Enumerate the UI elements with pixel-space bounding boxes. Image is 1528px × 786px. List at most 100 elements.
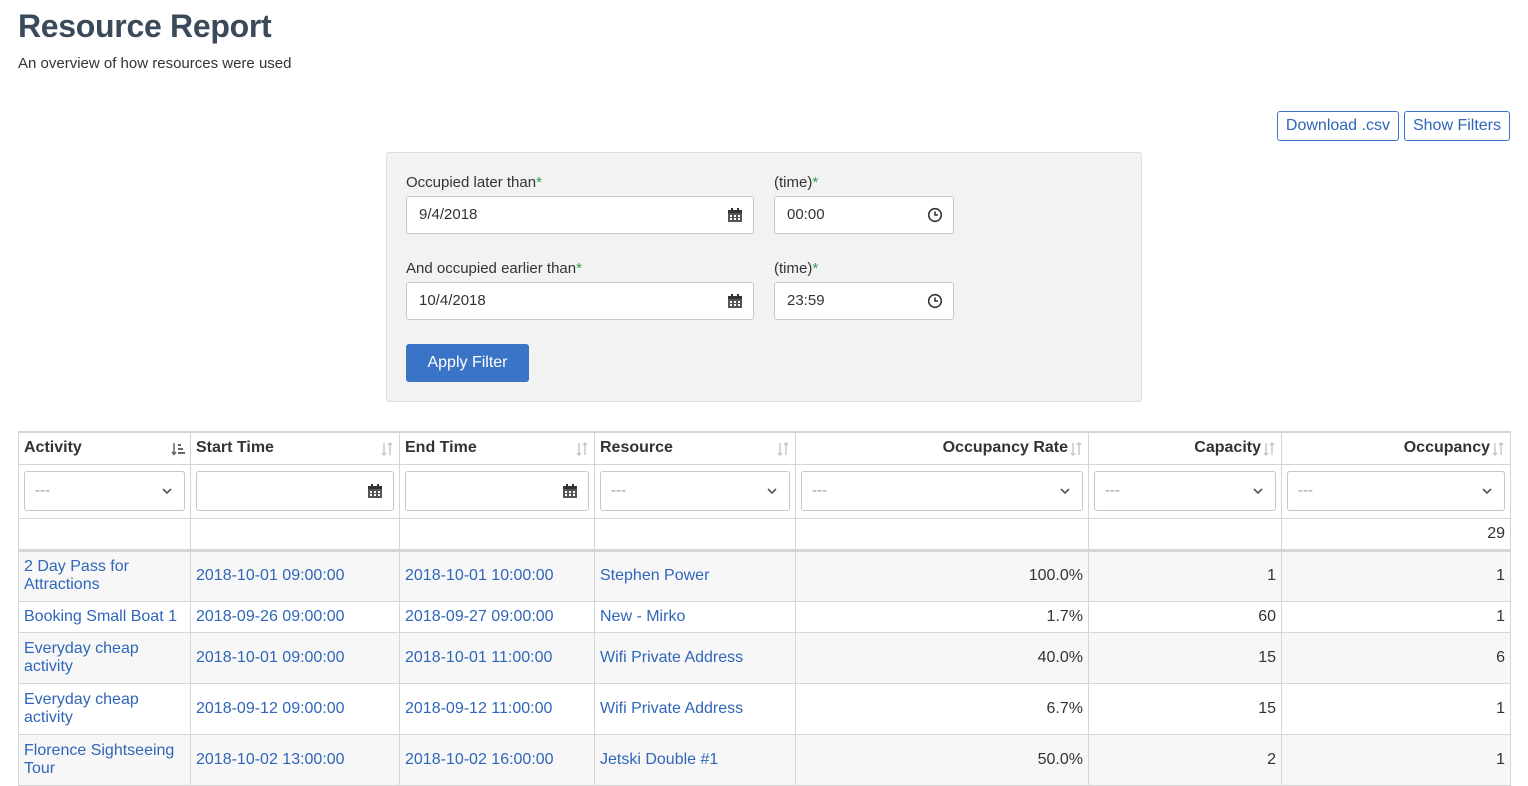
occupied-later-label: Occupied later than* [406, 174, 542, 191]
end-time-link[interactable]: 2018-10-01 10:00:00 [405, 567, 554, 584]
end-time-link[interactable]: 2018-09-27 09:00:00 [405, 608, 554, 625]
total-cell [18, 517, 191, 552]
filter-cell [399, 463, 595, 519]
sort-icon[interactable] [1491, 442, 1505, 456]
occupancy-cell: 1 [1281, 549, 1511, 602]
filter-panel: Occupied later than* 9/4/2018 (time)* 00… [386, 152, 1142, 402]
capacity-filter-select[interactable]: --- [1094, 471, 1276, 511]
page-subtitle: An overview of how resources were used [18, 55, 292, 72]
activity-link[interactable]: Booking Small Boat 1 [24, 608, 177, 625]
filter-cell [190, 463, 400, 519]
start-time-cell: 2018-10-02 13:00:00 [190, 733, 400, 786]
start-time-link[interactable]: 2018-10-01 09:00:00 [196, 567, 345, 584]
start-time-cell: 2018-09-26 09:00:00 [190, 600, 400, 633]
resource-link[interactable]: Jetski Double #1 [600, 751, 718, 768]
capacity-cell: 60 [1088, 600, 1282, 633]
column-header-resource[interactable]: Resource [594, 431, 796, 465]
resource-link[interactable]: Wifi Private Address [600, 700, 743, 717]
start-time-filter-input[interactable] [196, 471, 394, 511]
occupied-later-time-input[interactable]: 00:00 [774, 196, 954, 234]
filter-cell: --- [1088, 463, 1282, 519]
table-row: 2 Day Pass for Attractions 2018-10-01 09:… [18, 549, 1511, 602]
start-time-link[interactable]: 2018-09-12 09:00:00 [196, 700, 345, 717]
total-cell [1088, 517, 1282, 552]
column-header-start-time[interactable]: Start Time [190, 431, 400, 465]
column-header-end-time[interactable]: End Time [399, 431, 595, 465]
calendar-icon[interactable] [727, 207, 743, 223]
occupancy-rate-cell: 40.0% [795, 631, 1089, 684]
resource-link[interactable]: Wifi Private Address [600, 649, 743, 666]
calendar-icon[interactable] [562, 483, 578, 499]
sort-icon[interactable] [380, 442, 394, 456]
resource-cell: Stephen Power [594, 549, 796, 602]
resource-link[interactable]: Stephen Power [600, 567, 709, 584]
activity-link[interactable]: Everyday cheap activity [24, 640, 139, 675]
calendar-icon[interactable] [727, 293, 743, 309]
start-time-link[interactable]: 2018-10-02 13:00:00 [196, 751, 345, 768]
top-actions: Download .csv Show Filters [1276, 111, 1510, 141]
occupancy-cell: 1 [1281, 682, 1511, 735]
activity-link[interactable]: Florence Sightseeing Tour [24, 742, 174, 777]
end-time-cell: 2018-10-02 16:00:00 [399, 733, 595, 786]
occupied-earlier-date-value: 10/4/2018 [419, 292, 486, 309]
chevron-down-icon [1482, 488, 1492, 495]
activity-link[interactable]: 2 Day Pass for Attractions [24, 558, 129, 593]
occupied-later-date-value: 9/4/2018 [419, 206, 478, 223]
sort-icon[interactable] [1262, 442, 1276, 456]
select-placeholder: --- [1298, 482, 1313, 499]
column-header-activity[interactable]: Activity [18, 431, 191, 465]
column-header-label: End Time [405, 439, 477, 457]
required-mark: * [536, 174, 542, 191]
filter-cell: --- [18, 463, 191, 519]
occupied-earlier-date-input[interactable]: 10/4/2018 [406, 282, 754, 320]
start-time-link[interactable]: 2018-10-01 09:00:00 [196, 649, 345, 666]
calendar-icon[interactable] [367, 483, 383, 499]
occupancy-filter-select[interactable]: --- [1287, 471, 1505, 511]
occupancy-cell: 6 [1281, 631, 1511, 684]
chevron-down-icon [767, 488, 777, 495]
filter-cell: --- [1281, 463, 1511, 519]
total-occupancy: 29 [1281, 517, 1511, 552]
start-time-link[interactable]: 2018-09-26 09:00:00 [196, 608, 345, 625]
download-csv-button[interactable]: Download .csv [1276, 111, 1399, 141]
sort-icon[interactable] [776, 442, 790, 456]
table-row: Florence Sightseeing Tour 2018-10-02 13:0… [18, 733, 1511, 786]
total-cell [399, 517, 595, 552]
sort-icon[interactable] [1069, 442, 1083, 456]
resource-link[interactable]: New - Mirko [600, 608, 685, 625]
activity-link[interactable]: Everyday cheap activity [24, 691, 139, 726]
activity-cell: Florence Sightseeing Tour [18, 733, 191, 786]
show-filters-button[interactable]: Show Filters [1403, 111, 1510, 141]
resource-cell: Jetski Double #1 [594, 733, 796, 786]
start-time-cell: 2018-09-12 09:00:00 [190, 682, 400, 735]
occupied-earlier-time-input[interactable]: 23:59 [774, 282, 954, 320]
occupied-earlier-time-value: 23:59 [787, 292, 825, 309]
start-time-cell: 2018-10-01 09:00:00 [190, 631, 400, 684]
clock-icon[interactable] [927, 207, 943, 223]
resource-cell: Wifi Private Address [594, 682, 796, 735]
resource-filter-select[interactable]: --- [600, 471, 790, 511]
occupancy-rate-filter-select[interactable]: --- [801, 471, 1083, 511]
table-row: Everyday cheap activity 2018-09-12 09:00:… [18, 682, 1511, 735]
end-time-filter-input[interactable] [405, 471, 589, 511]
apply-filter-button[interactable]: Apply Filter [406, 344, 529, 382]
column-header-capacity[interactable]: Capacity [1088, 431, 1282, 465]
sort-asc-icon[interactable] [171, 442, 185, 456]
column-header-occupancy[interactable]: Occupancy [1281, 431, 1511, 465]
required-mark: * [576, 260, 582, 277]
end-time-link[interactable]: 2018-10-02 16:00:00 [405, 751, 554, 768]
capacity-cell: 15 [1088, 631, 1282, 684]
column-header-occupancy-rate[interactable]: Occupancy Rate [795, 431, 1089, 465]
resource-cell: Wifi Private Address [594, 631, 796, 684]
activity-cell: Booking Small Boat 1 [18, 600, 191, 633]
end-time-link[interactable]: 2018-09-12 11:00:00 [405, 700, 552, 717]
table-row: Everyday cheap activity 2018-10-01 09:00:… [18, 631, 1511, 684]
end-time-link[interactable]: 2018-10-01 11:00:00 [405, 649, 552, 666]
filter-cell: --- [795, 463, 1089, 519]
clock-icon[interactable] [927, 293, 943, 309]
activity-filter-select[interactable]: --- [24, 471, 185, 511]
sort-icon[interactable] [575, 442, 589, 456]
capacity-cell: 15 [1088, 682, 1282, 735]
occupied-later-date-input[interactable]: 9/4/2018 [406, 196, 754, 234]
occupied-later-time-label: (time)* [774, 174, 818, 191]
